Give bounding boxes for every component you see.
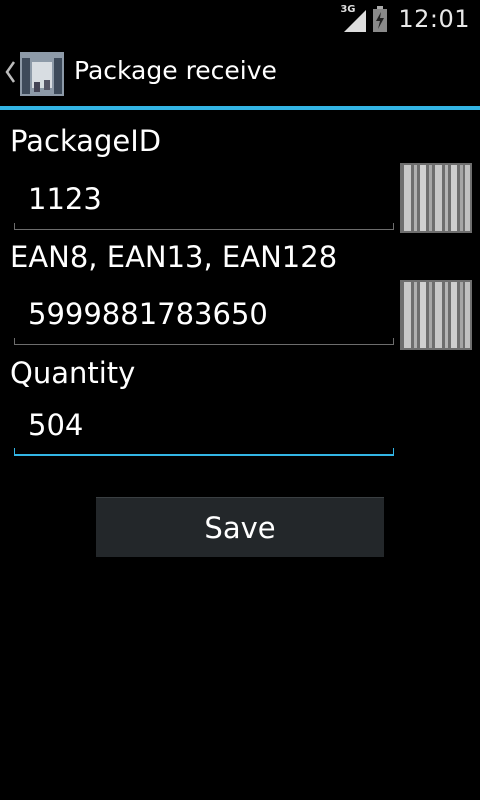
package-id-value: 1123 (28, 182, 102, 216)
status-icons: 3G 12:01 (340, 4, 470, 34)
action-bar-divider (0, 106, 480, 110)
field-underline (14, 222, 394, 230)
up-caret-icon[interactable] (4, 58, 16, 86)
status-clock: 12:01 (398, 5, 470, 33)
quantity-field[interactable]: 504 (14, 404, 394, 456)
barcode-icon (400, 280, 472, 350)
network-type: 3G (340, 4, 356, 15)
battery-charging-icon (373, 6, 388, 32)
signal-icon: 3G (340, 4, 367, 32)
field-underline-focused (14, 448, 394, 456)
field-underline (14, 337, 394, 345)
ean-field[interactable]: 5999881783650 (14, 293, 394, 345)
ean-value: 5999881783650 (28, 297, 268, 331)
save-button[interactable]: Save (96, 497, 384, 557)
scan-package-id-button[interactable] (400, 163, 472, 233)
quantity-value: 504 (28, 408, 84, 442)
page-title: Package receive (74, 56, 277, 85)
barcode-icon (400, 163, 472, 233)
status-bar: 3G 12:01 (0, 0, 480, 38)
ean-label: EAN8, EAN13, EAN128 (10, 240, 338, 274)
warehouse-icon[interactable] (20, 52, 64, 96)
package-id-field[interactable]: 1123 (14, 178, 394, 230)
scan-ean-button[interactable] (400, 280, 472, 350)
quantity-label: Quantity (10, 356, 136, 390)
package-id-label: PackageID (10, 124, 162, 158)
